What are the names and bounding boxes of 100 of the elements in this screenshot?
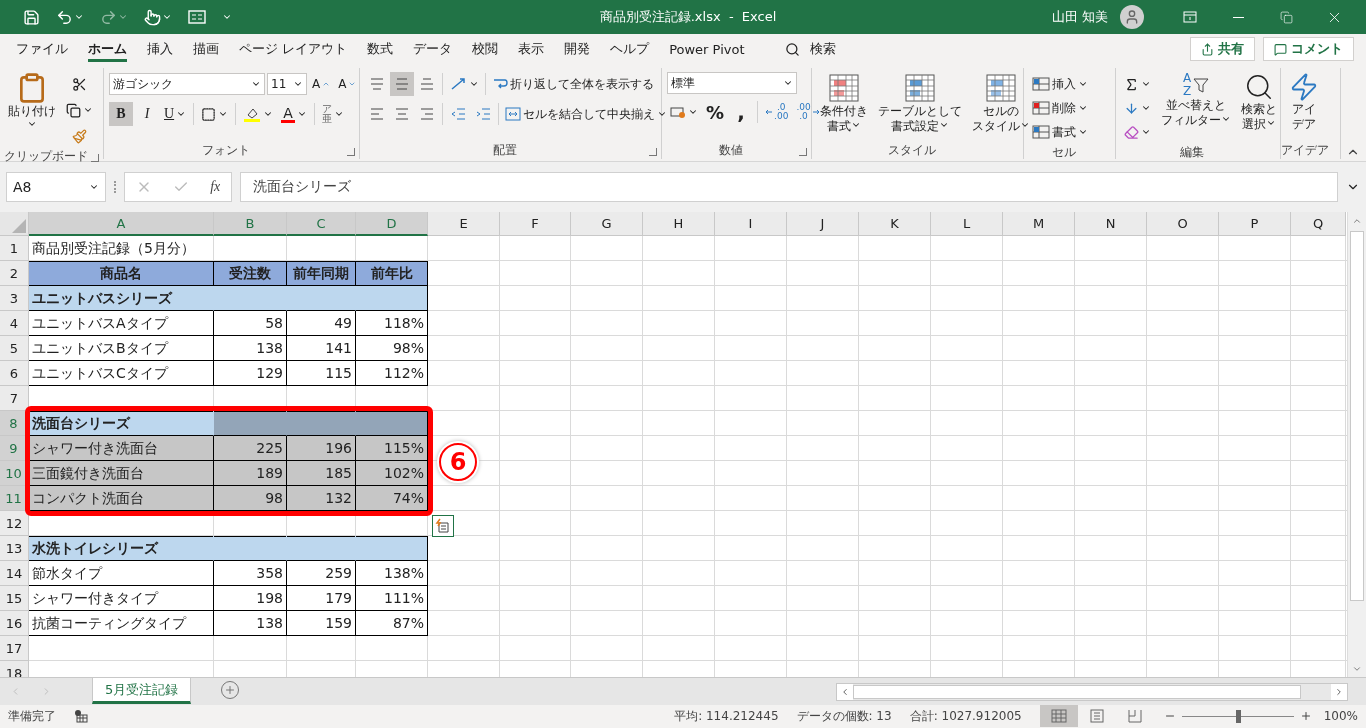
column-header[interactable]: P [1219,212,1291,236]
scrollbar-thumb[interactable] [1350,231,1364,601]
style-button[interactable]: テーブルとして 書式設定 [875,72,965,134]
column-header[interactable]: C [287,212,356,236]
column-header[interactable]: D [356,212,428,236]
menu-tab[interactable]: ヘルプ [610,36,650,62]
number-format-field[interactable]: 標準 [667,72,797,94]
formula-field[interactable]: 洗面台シリーズ [240,172,1338,202]
indent-decrease-icon [450,107,466,121]
launcher-icon[interactable] [347,148,355,156]
row-header[interactable]: 1 [0,236,29,261]
menu-tab[interactable]: Power Pivot [669,36,745,62]
column-header[interactable]: J [787,212,859,236]
row-header[interactable]: 6 [0,361,29,386]
column-header[interactable]: G [571,212,643,236]
comma-button[interactable]: , [729,100,754,124]
ideas-button[interactable]: アイ デア [1286,72,1322,132]
font-name-field[interactable]: 游ゴシック [109,73,265,95]
row-header[interactable]: 15 [0,586,29,611]
column-header[interactable]: I [715,212,787,236]
column-header[interactable]: F [500,212,571,236]
row-header[interactable]: 5 [0,336,29,361]
zoom-in-icon[interactable] [1299,710,1312,722]
macro-record-icon[interactable] [74,709,88,723]
table-cell: 水洗トイレシリーズ [29,536,214,561]
minimize-icon [1232,16,1244,18]
share-icon [1201,42,1214,56]
column-header[interactable]: N [1075,212,1147,236]
avatar-icon[interactable] [1120,5,1144,29]
horizontal-scrollbar[interactable] [836,683,1348,701]
caret-icon [83,105,93,115]
menu-tab[interactable]: 表示 [518,36,545,62]
phonetic-button[interactable]: ア 亜 [318,102,347,126]
column-header[interactable]: M [1003,212,1075,236]
menu-tab[interactable]: 校閲 [472,36,499,62]
caret-icon [1078,127,1088,137]
row-header[interactable]: 17 [0,636,29,661]
scrollbar-thumb[interactable] [853,685,1301,699]
percent-button[interactable]: % [703,100,728,124]
row-header[interactable]: 18 [0,661,29,677]
column-header[interactable]: A [29,212,214,236]
launcher-icon[interactable] [649,148,657,156]
merge-center-button[interactable]: セルを結合して中央揃え [502,102,670,126]
search-button[interactable]: 検索 [778,39,842,59]
increase-decimal-button[interactable]: .0 .00 [762,100,792,124]
sort-filter-button[interactable]: A Z 並べ替えと フィルター [1158,72,1234,128]
row-header[interactable]: 16 [0,611,29,636]
italic-button[interactable]: I [135,102,159,126]
select-all-icon[interactable] [12,219,26,233]
row-header[interactable]: 4 [0,311,29,336]
quick-analysis-button[interactable] [432,515,454,537]
comment-button[interactable]: コメント [1263,37,1354,61]
row-header[interactable]: 2 [0,261,29,286]
underline-button[interactable]: U [161,102,190,126]
font-size-field[interactable]: 11 [267,73,307,95]
wrap-text-button[interactable]: 折り返して全体を表示する [489,72,657,96]
name-box[interactable]: A8 [6,172,106,202]
row-header[interactable]: 3 [0,286,29,311]
menu-tab[interactable]: ファイル [16,36,68,62]
sheet-tab[interactable]: 5月受注記録 [92,678,192,704]
column-header[interactable]: E [428,212,500,236]
find-select-button[interactable]: 検索と 選択 [1238,72,1280,132]
row-header[interactable]: 12 [0,511,29,536]
view-button[interactable] [1039,705,1078,727]
menu-tab[interactable]: ホーム [88,36,127,62]
row-header[interactable]: 14 [0,561,29,586]
column-header[interactable]: O [1147,212,1219,236]
zoom-thumb[interactable] [1235,709,1241,723]
menu-tab[interactable]: 開発 [564,36,591,62]
column-header[interactable]: L [931,212,1003,236]
menu-tab[interactable]: データ [413,36,453,62]
left-icon [840,687,850,697]
group-title: 配置 [492,141,517,159]
row-header[interactable]: 7 [0,386,29,411]
table-cell: 58 [214,311,287,336]
middle-align-button[interactable] [390,72,414,96]
menu-tab[interactable]: 挿入 [147,36,173,62]
insert-function-button[interactable]: fx [210,179,221,195]
scroll-left-button[interactable] [837,684,853,700]
align-top-icon [369,77,385,91]
grow-font-button[interactable]: A [309,72,334,96]
launcher-icon[interactable] [799,148,807,156]
style-button[interactable]: 条件付き 書式 [817,72,871,134]
column-heading: 商品名 [29,261,214,286]
column-header[interactable]: H [643,212,715,236]
share-button[interactable]: 共有 [1190,37,1255,61]
eraser-icon [1124,124,1139,140]
column-header[interactable]: B [214,212,287,236]
font-color-button[interactable]: A [278,102,310,126]
menu-tab[interactable]: 数式 [367,36,394,62]
menu-tab[interactable]: ページ レイアウト [239,36,348,62]
paste-button[interactable]: 貼り付け [5,72,59,129]
scroll-right-button[interactable] [1331,684,1347,700]
column-header[interactable]: Q [1291,212,1346,236]
column-header[interactable]: K [859,212,931,236]
right-icon [1334,687,1344,697]
shrink-font-button[interactable]: A [335,72,360,96]
menu-tab[interactable]: 描画 [193,36,219,62]
bold-button[interactable]: B [109,102,133,126]
row-header[interactable]: 13 [0,536,29,561]
